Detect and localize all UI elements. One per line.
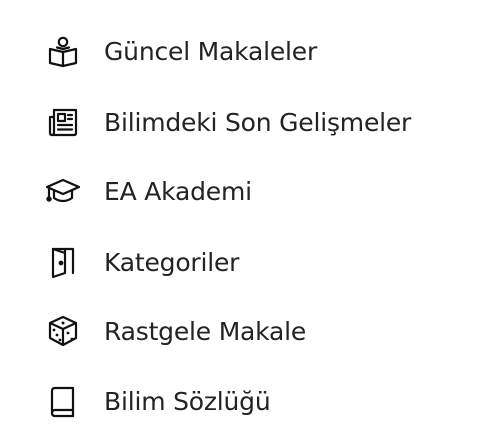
graduation-cap-icon (45, 173, 81, 209)
menu-item-rastgele-makale[interactable]: Rastgele Makale (0, 304, 498, 358)
door-icon (45, 244, 81, 280)
menu-item-bilimdeki-son-gelismeler[interactable]: Bilimdeki Son Gelişmeler (0, 95, 498, 149)
main-menu: Güncel Makaleler Bilimdeki Son Gelişmele… (0, 0, 498, 442)
menu-item-bilim-sozlugu[interactable]: Bilim Sözlüğü (0, 374, 498, 428)
menu-item-label: Kategoriler (104, 247, 240, 277)
menu-item-label: Güncel Makaleler (104, 36, 318, 66)
menu-item-label: Bilim Sözlüğü (104, 386, 271, 416)
open-book-person-icon (45, 33, 81, 69)
book-icon (45, 383, 81, 419)
menu-item-guncel-makaleler[interactable]: Güncel Makaleler (0, 24, 498, 78)
dice-icon (45, 313, 81, 349)
menu-item-ea-akademi[interactable]: EA Akademi (0, 164, 498, 218)
menu-item-label: Bilimdeki Son Gelişmeler (104, 107, 412, 137)
menu-item-label: Rastgele Makale (104, 316, 307, 346)
menu-item-kategoriler[interactable]: Kategoriler (0, 235, 498, 289)
menu-item-label: EA Akademi (104, 176, 252, 206)
newspaper-icon (45, 104, 81, 140)
